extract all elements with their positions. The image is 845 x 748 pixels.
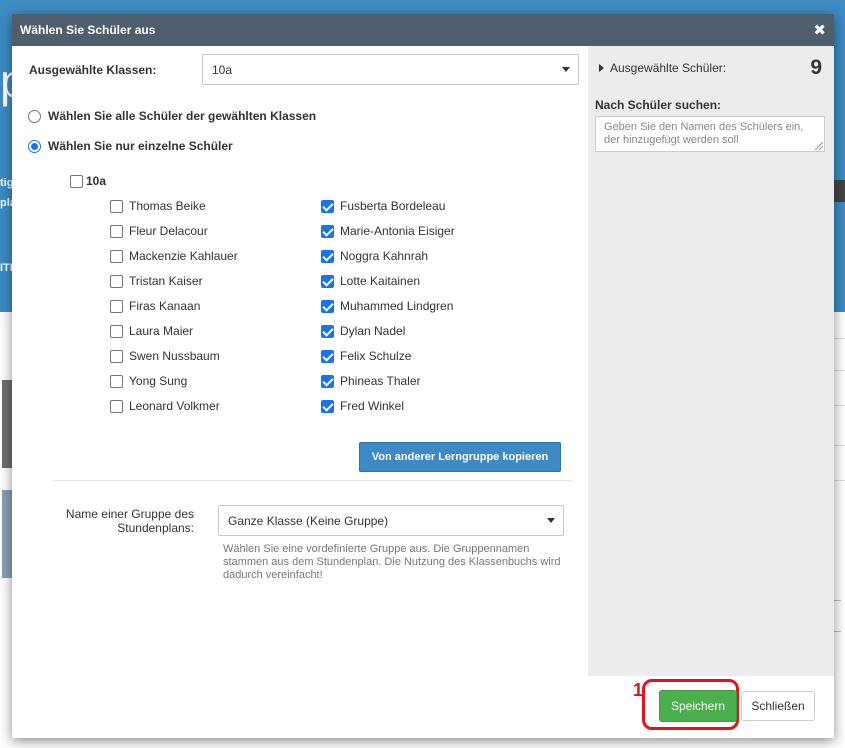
selected-students-panel: Ausgewählte Schüler: 9 Nach Schüler such… [588, 46, 834, 676]
student-name: Firas Kanaan [129, 299, 201, 313]
student-search-label: Nach Schüler suchen: [595, 98, 722, 112]
checkbox-checked-icon[interactable] [321, 274, 334, 288]
select-students-modal: Wählen Sie Schüler aus ✖ Ausgewählte Kla… [12, 14, 834, 738]
student-checkbox[interactable]: Fred Winkel [321, 399, 404, 413]
checkbox-checked-icon[interactable] [321, 249, 334, 263]
background-sidebar-fragment [833, 180, 845, 202]
background-divider [833, 445, 845, 446]
radio-button-icon[interactable] [28, 109, 41, 123]
checkbox-checked-icon[interactable] [321, 324, 334, 338]
student-checkbox[interactable]: Swen Nussbaum [110, 349, 220, 363]
timetable-group-select-value: Ganze Klasse (Keine Gruppe) [228, 514, 389, 528]
student-checkbox[interactable]: Dylan Nadel [321, 324, 405, 338]
student-checkbox[interactable]: Fleur Delacour [110, 224, 208, 238]
selected-students-label: Ausgewählte Schüler: [610, 61, 727, 75]
checkbox-checked-icon[interactable] [321, 199, 334, 213]
checkbox-icon[interactable] [110, 374, 123, 388]
checkbox-checked-icon[interactable] [321, 349, 334, 363]
class-select[interactable]: 10a [202, 54, 579, 85]
timetable-group-select[interactable]: Ganze Klasse (Keine Gruppe) [218, 505, 564, 536]
checkbox-icon[interactable] [110, 199, 123, 213]
student-name: Phineas Thaler [340, 374, 421, 388]
radio-all-students[interactable]: Wählen Sie alle Schüler der gewählten Kl… [28, 109, 316, 123]
section-divider [53, 480, 572, 481]
radio-single-students[interactable]: Wählen Sie nur einzelne Schüler [28, 139, 233, 153]
background-divider [833, 338, 845, 339]
student-checkbox[interactable]: Noggra Kahnrah [321, 249, 428, 263]
radio-all-students-label: Wählen Sie alle Schüler der gewählten Kl… [48, 109, 317, 123]
background-text-fragment: ITI [0, 262, 13, 274]
student-name: Fred Winkel [340, 399, 405, 413]
checkbox-checked-icon[interactable] [321, 374, 334, 388]
checkbox-checked-icon[interactable] [321, 224, 334, 238]
student-checkbox[interactable]: Yong Sung [110, 374, 187, 388]
selected-students-count: 9 [810, 56, 822, 79]
background-divider [833, 405, 845, 406]
student-name: Muhammed Lindgren [340, 299, 454, 313]
class-select-label: Ausgewählte Klassen: [29, 63, 157, 77]
close-icon[interactable]: ✖ [813, 21, 826, 39]
close-button[interactable]: Schließen [741, 691, 815, 721]
checkbox-icon[interactable] [110, 324, 123, 338]
student-checkbox[interactable]: Leonard Volkmer [110, 399, 220, 413]
student-checkbox[interactable]: Muhammed Lindgren [321, 299, 453, 313]
student-name: Mackenzie Kahlauer [129, 249, 238, 263]
chevron-down-icon [562, 67, 570, 72]
checkbox-icon[interactable] [70, 174, 83, 188]
class-checkbox-label: 10a [86, 174, 107, 188]
modal-header: Wählen Sie Schüler aus ✖ [12, 14, 834, 46]
timetable-group-label: Name einer Gruppe des Stundenplans: [65, 507, 194, 535]
chevron-down-icon [547, 518, 555, 523]
background-divider [833, 480, 845, 481]
save-button[interactable]: Speichern [659, 690, 737, 722]
student-name: Fusberta Bordeleau [340, 199, 446, 213]
checkbox-icon[interactable] [110, 399, 123, 413]
student-checkbox[interactable]: Firas Kanaan [110, 299, 200, 313]
student-checkbox[interactable]: Fusberta Bordeleau [321, 199, 445, 213]
student-checkbox[interactable]: Laura Maier [110, 324, 193, 338]
student-name: Felix Schulze [340, 349, 412, 363]
student-name: Dylan Nadel [340, 324, 406, 338]
radio-button-icon[interactable] [28, 139, 41, 153]
student-name: Laura Maier [129, 324, 194, 338]
copy-from-group-button[interactable]: Von anderer Lerngruppe kopieren [359, 442, 561, 472]
student-checkbox[interactable]: Phineas Thaler [321, 374, 421, 388]
student-name: Fleur Delacour [129, 224, 208, 238]
checkbox-icon[interactable] [110, 224, 123, 238]
radio-single-students-label: Wählen Sie nur einzelne Schüler [48, 139, 233, 153]
student-name: Lotte Kaitainen [340, 274, 421, 288]
checkbox-icon[interactable] [110, 349, 123, 363]
student-name: Leonard Volkmer [129, 399, 220, 413]
background-button-fragment [833, 600, 841, 632]
selected-students-toggle[interactable]: Ausgewählte Schüler: [599, 61, 726, 75]
student-checkbox[interactable]: Tristan Kaiser [110, 274, 203, 288]
student-checkbox[interactable]: Marie-Antonia Eisiger [321, 224, 455, 238]
student-name: Tristan Kaiser [129, 274, 203, 288]
class-checkbox-10a[interactable]: 10a [70, 174, 106, 188]
checkbox-checked-icon[interactable] [321, 399, 334, 413]
checkbox-icon[interactable] [110, 299, 123, 313]
student-checkbox[interactable]: Lotte Kaitainen [321, 274, 420, 288]
student-checkbox[interactable]: Thomas Beike [110, 199, 206, 213]
checkbox-icon[interactable] [110, 249, 123, 263]
student-search-input[interactable] [595, 116, 825, 152]
student-name: Noggra Kahnrah [340, 249, 429, 263]
checkbox-icon[interactable] [110, 274, 123, 288]
checkbox-checked-icon[interactable] [321, 299, 334, 313]
modal-title: Wählen Sie Schüler aus [20, 23, 156, 37]
student-name: Thomas Beike [129, 199, 206, 213]
caret-right-icon [599, 64, 604, 72]
timetable-group-help: Wählen Sie eine vordefinierte Gruppe aus… [223, 543, 561, 581]
background-image-thumbnail [2, 380, 12, 468]
class-select-value: 10a [212, 63, 233, 77]
student-name: Swen Nussbaum [129, 349, 220, 363]
background-image-thumbnail [2, 490, 12, 578]
student-checkbox[interactable]: Felix Schulze [321, 349, 411, 363]
background-divider [833, 370, 845, 371]
student-name: Marie-Antonia Eisiger [340, 224, 455, 238]
resize-handle-icon[interactable] [815, 142, 823, 150]
student-checkbox[interactable]: Mackenzie Kahlauer [110, 249, 238, 263]
student-name: Yong Sung [129, 374, 188, 388]
